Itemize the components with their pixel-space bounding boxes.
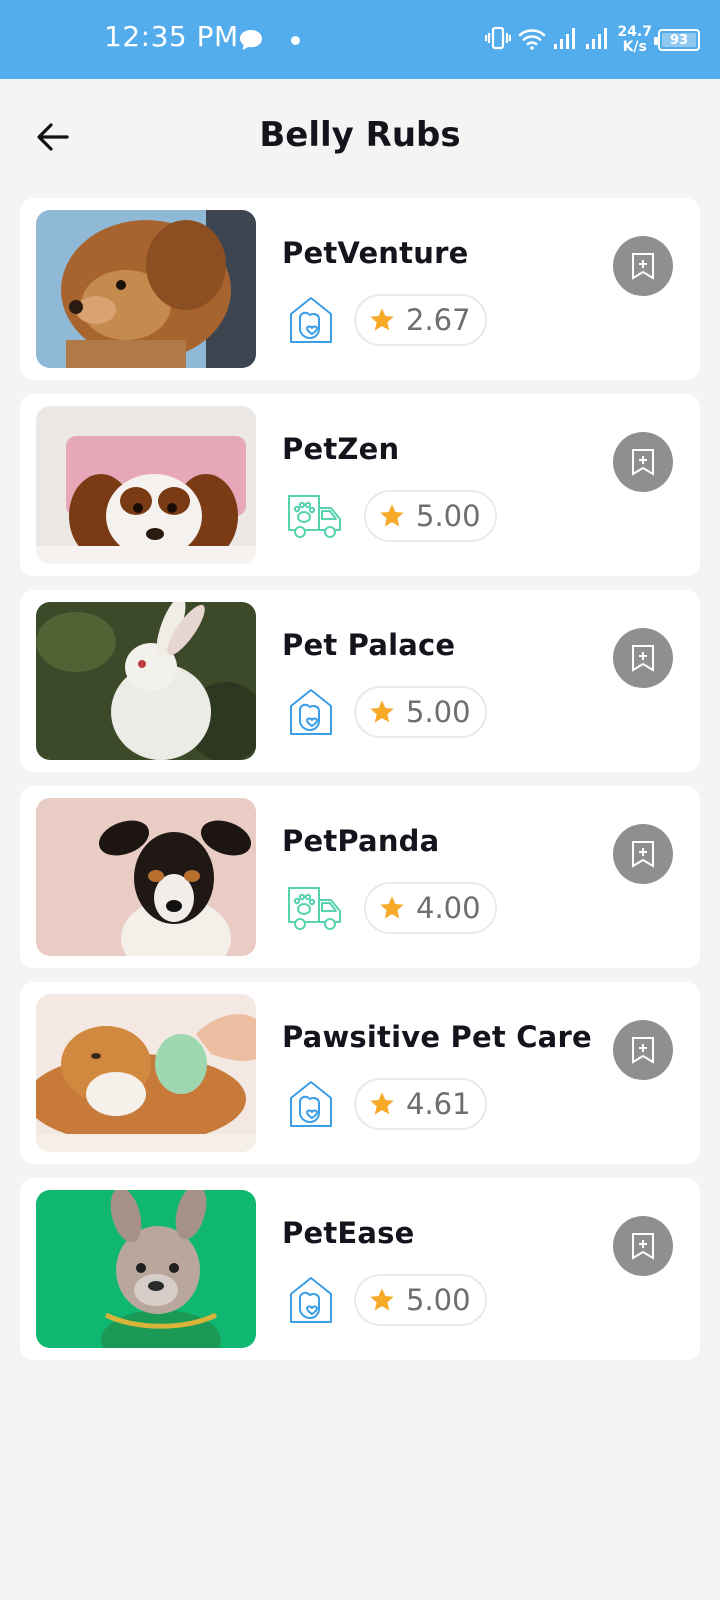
provider-photo bbox=[36, 406, 256, 564]
provider-photo bbox=[36, 798, 256, 956]
bookmark-plus-icon bbox=[632, 841, 654, 868]
network-speed: 24.7 K/s bbox=[617, 25, 652, 55]
signal-icon bbox=[553, 26, 579, 54]
bookmark-plus-icon bbox=[632, 253, 654, 280]
pet-house-icon bbox=[286, 1274, 336, 1326]
bookmark-add-button[interactable] bbox=[613, 1020, 673, 1080]
vibrate-icon bbox=[485, 25, 512, 55]
provider-name: PetVenture bbox=[282, 236, 469, 270]
pet-van-icon bbox=[286, 490, 344, 542]
rating-value: 4.00 bbox=[416, 891, 481, 925]
rating-badge: 2.67 bbox=[354, 294, 487, 346]
provider-card[interactable]: PetVenture 2.67 bbox=[20, 198, 700, 380]
wifi-icon bbox=[517, 25, 547, 55]
bookmark-add-button[interactable] bbox=[613, 628, 673, 688]
provider-name: Pawsitive Pet Care bbox=[282, 1020, 592, 1054]
network-speed-unit: K/s bbox=[622, 39, 647, 55]
notification-dot bbox=[291, 36, 300, 45]
provider-list: PetVenture 2.67 PetZen 5.00 Pet Palace 5… bbox=[20, 198, 700, 1374]
star-icon bbox=[370, 1288, 394, 1311]
provider-card[interactable]: Pawsitive Pet Care 4.61 bbox=[20, 982, 700, 1164]
provider-card[interactable]: PetZen 5.00 bbox=[20, 394, 700, 576]
rating-badge: 4.00 bbox=[364, 882, 497, 934]
bookmark-plus-icon bbox=[632, 449, 654, 476]
rating-badge: 5.00 bbox=[364, 490, 497, 542]
rating-badge: 5.00 bbox=[354, 686, 487, 738]
star-icon bbox=[370, 1092, 394, 1115]
provider-name: PetZen bbox=[282, 432, 400, 466]
status-icons: 24.7 K/s 93 bbox=[485, 20, 700, 60]
battery-icon: 93 bbox=[654, 29, 700, 51]
provider-card[interactable]: PetEase 5.00 bbox=[20, 1178, 700, 1360]
provider-photo bbox=[36, 210, 256, 368]
chat-bubble-icon bbox=[238, 28, 264, 56]
bookmark-add-button[interactable] bbox=[613, 824, 673, 884]
rating-value: 4.61 bbox=[406, 1087, 471, 1121]
provider-photo bbox=[36, 602, 256, 760]
bookmark-plus-icon bbox=[632, 1233, 654, 1260]
network-speed-value: 24.7 bbox=[617, 24, 652, 40]
pet-van-icon bbox=[286, 882, 344, 934]
star-icon bbox=[370, 308, 394, 331]
bookmark-add-button[interactable] bbox=[613, 432, 673, 492]
provider-name: PetPanda bbox=[282, 824, 440, 858]
pet-house-icon bbox=[286, 294, 336, 346]
provider-photo bbox=[36, 994, 256, 1152]
provider-card[interactable]: Pet Palace 5.00 bbox=[20, 590, 700, 772]
provider-card[interactable]: PetPanda 4.00 bbox=[20, 786, 700, 968]
status-bar: 12:35 PM 24.7 K/s 93 bbox=[0, 0, 720, 79]
bookmark-add-button[interactable] bbox=[613, 236, 673, 296]
provider-name: Pet Palace bbox=[282, 628, 456, 662]
signal-icon-2 bbox=[585, 26, 611, 54]
star-icon bbox=[370, 700, 394, 723]
rating-value: 2.67 bbox=[406, 303, 471, 337]
rating-badge: 5.00 bbox=[354, 1274, 487, 1326]
pet-house-icon bbox=[286, 1078, 336, 1130]
app-header: Belly Rubs bbox=[0, 79, 720, 194]
provider-photo bbox=[36, 1190, 256, 1348]
pet-house-icon bbox=[286, 686, 336, 738]
battery-level: 93 bbox=[669, 32, 689, 48]
rating-value: 5.00 bbox=[416, 499, 481, 533]
rating-badge: 4.61 bbox=[354, 1078, 487, 1130]
bookmark-add-button[interactable] bbox=[613, 1216, 673, 1276]
rating-value: 5.00 bbox=[406, 695, 471, 729]
status-time: 12:35 PM bbox=[104, 20, 239, 53]
page-title: Belly Rubs bbox=[259, 115, 461, 155]
bookmark-plus-icon bbox=[632, 645, 654, 672]
rating-value: 5.00 bbox=[406, 1283, 471, 1317]
bookmark-plus-icon bbox=[632, 1037, 654, 1064]
provider-name: PetEase bbox=[282, 1216, 415, 1250]
star-icon bbox=[380, 504, 404, 527]
star-icon bbox=[380, 896, 404, 919]
